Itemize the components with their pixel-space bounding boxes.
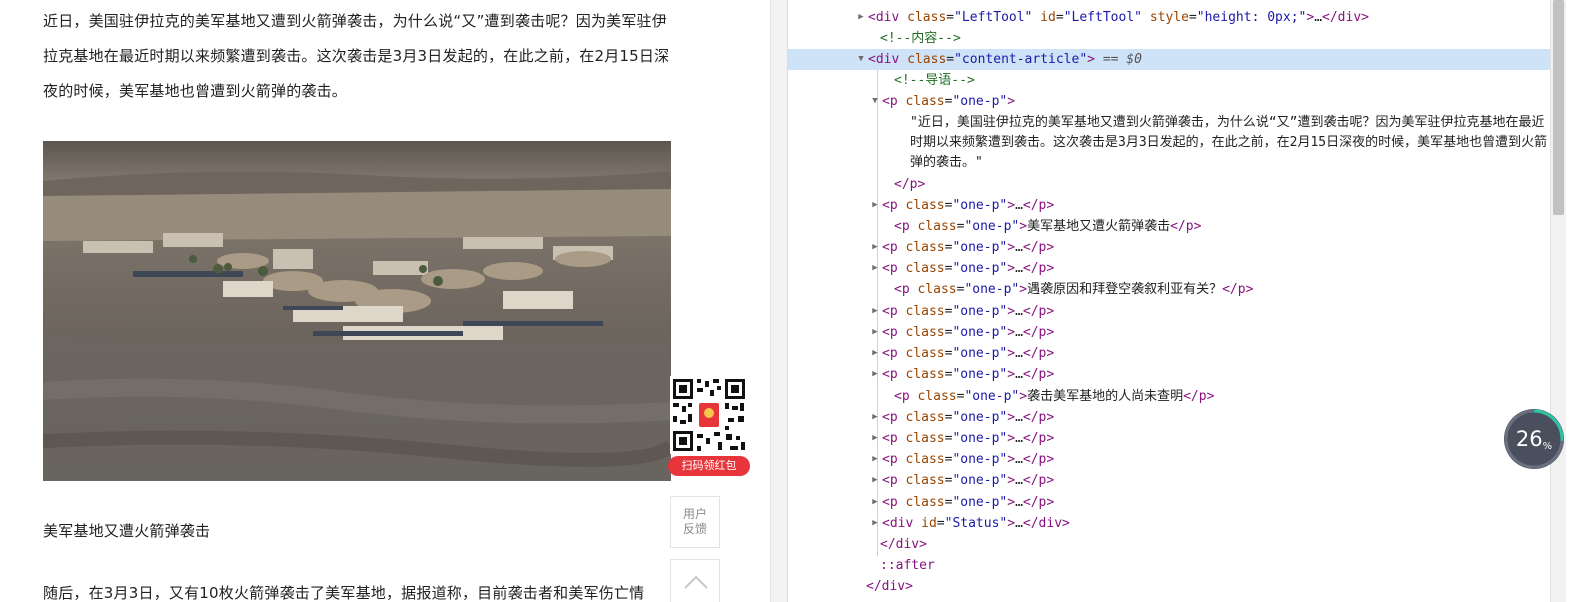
dom-row-5[interactable]: </p> <box>788 174 1550 195</box>
dom-row-2[interactable]: ▼ <div class="content-article"> == $0 <box>788 49 1550 70</box>
dom-node-code: <div class="LeftTool" id="LeftTool" styl… <box>868 10 1369 25</box>
dom-node-code: <p class="one-p">…</p> <box>882 304 1055 319</box>
progress-percent: 26% <box>1504 409 1564 469</box>
expand-triangle-icon[interactable]: ▶ <box>870 492 880 513</box>
dom-node-code: <p class="one-p">…</p> <box>882 198 1055 213</box>
scrollbar-thumb[interactable] <box>1553 0 1564 215</box>
dom-node-code: <div id="Status">…</div> <box>882 516 1070 531</box>
feedback-button[interactable]: 用户 反馈 <box>670 496 720 548</box>
dom-row-19[interactable]: ▶ <p class="one-p">…</p> <box>788 470 1550 491</box>
dom-node-code: <p class="one-p">遇袭原因和拜登空袭叙利亚有关？</p> <box>894 282 1254 297</box>
dom-row-0[interactable]: ▶ <div class="LeftTool" id="LeftTool" sty… <box>788 7 1550 28</box>
dom-row-10[interactable]: <p class="one-p">遇袭原因和拜登空袭叙利亚有关？</p> <box>788 279 1550 300</box>
collapse-triangle-icon[interactable]: ▼ <box>856 49 866 70</box>
dom-row-18[interactable]: ▶ <p class="one-p">…</p> <box>788 449 1550 470</box>
qr-promo[interactable]: 扫码领红包 <box>668 374 750 478</box>
expand-triangle-icon[interactable]: ▶ <box>870 449 880 470</box>
body-paragraph-partial: 随后，在3月3日，又有10枚火箭弹袭击了美军基地，据报道称，目前袭击者和美军伤亡… <box>43 584 645 602</box>
dom-row-1[interactable]: <!--内容--> <box>788 28 1550 49</box>
dom-row-7[interactable]: <p class="one-p">美军基地又遭火箭弹袭击</p> <box>788 216 1550 237</box>
progress-badge[interactable]: 26% <box>1504 409 1564 469</box>
dom-node-code: <p class="one-p">美军基地又遭火箭弹袭击</p> <box>894 219 1202 234</box>
dom-node-code: <p class="one-p"> <box>882 94 1016 109</box>
dom-row-16[interactable]: ▶ <p class="one-p">…</p> <box>788 407 1550 428</box>
dom-row-9[interactable]: ▶ <p class="one-p">…</p> <box>788 258 1550 279</box>
dom-node-code: ::after <box>880 558 935 573</box>
dom-node-code: <p class="one-p">…</p> <box>882 240 1055 255</box>
expand-triangle-icon[interactable]: ▶ <box>870 195 880 216</box>
collapse-triangle-icon[interactable]: ▼ <box>870 91 880 112</box>
progress-unit: % <box>1542 441 1553 452</box>
dom-node-code: <!--导语--> <box>894 73 975 88</box>
dom-node-code: </div> <box>880 537 927 552</box>
qr-code-icon[interactable] <box>670 376 748 454</box>
dom-row-23[interactable]: ::after <box>788 555 1550 576</box>
expand-triangle-icon[interactable]: ▶ <box>870 364 880 385</box>
article-photo <box>43 141 671 481</box>
intro-paragraph: 近日，美国驻伊拉克的美军基地又遭到火箭弹袭击，为什么说“又”遭到袭击呢？因为美军… <box>43 12 670 100</box>
dom-row-20[interactable]: ▶ <p class="one-p">…</p> <box>788 492 1550 513</box>
pane-divider[interactable] <box>770 0 788 602</box>
dom-node-code: <p class="one-p">…</p> <box>882 495 1055 510</box>
dom-row-15[interactable]: <p class="one-p">袭击美军基地的人尚未查明</p> <box>788 386 1550 407</box>
dom-node-code: <p class="one-p">…</p> <box>882 452 1055 467</box>
text-node[interactable]: "近日，美国驻伊拉克的美军基地又遭到火箭弹袭击，为什么说“又”遭到袭击呢？因为美… <box>910 113 1550 173</box>
dom-node-code: <p class="one-p">…</p> <box>882 473 1055 488</box>
expand-triangle-icon[interactable]: ▶ <box>870 258 880 279</box>
dom-node-code: <p class="one-p">…</p> <box>882 367 1055 382</box>
dom-row-17[interactable]: ▶ <p class="one-p">…</p> <box>788 428 1550 449</box>
back-to-top-button[interactable] <box>670 559 720 602</box>
progress-value: 26 <box>1515 427 1543 451</box>
dom-node-code: <p class="one-p">…</p> <box>882 346 1055 361</box>
feedback-label-line1: 用户 <box>682 507 707 521</box>
chevron-up-icon <box>684 575 708 589</box>
expand-triangle-icon[interactable]: ▶ <box>870 343 880 364</box>
dom-row-24[interactable]: </div> <box>788 576 1550 597</box>
dom-row-4[interactable]: ▼ <p class="one-p"> <box>788 91 1550 112</box>
feedback-label-line2: 反馈 <box>682 522 707 536</box>
dom-node-code: <p class="one-p">…</p> <box>882 325 1055 340</box>
expand-triangle-icon[interactable]: ▶ <box>870 470 880 491</box>
dom-row-3[interactable]: <!--导语--> <box>788 70 1550 91</box>
dom-row-8[interactable]: ▶ <p class="one-p">…</p> <box>788 237 1550 258</box>
expand-triangle-icon[interactable]: ▶ <box>870 407 880 428</box>
dom-row-21[interactable]: ▶ <div id="Status">…</div> <box>788 513 1550 534</box>
dom-node-code: <!--内容--> <box>880 31 961 46</box>
expand-triangle-icon[interactable]: ▶ <box>870 322 880 343</box>
dom-node-code: <p class="one-p">…</p> <box>882 261 1055 276</box>
expand-triangle-icon[interactable]: ▶ <box>870 301 880 322</box>
dom-node-code: <p class="one-p">…</p> <box>882 431 1055 446</box>
article-pane: 近日，美国驻伊拉克的美军基地又遭到火箭弹袭击，为什么说“又”遭到袭击呢？因为美军… <box>0 0 770 602</box>
dom-node-code: </p> <box>894 177 926 192</box>
dom-row-22[interactable]: </div> <box>788 534 1550 555</box>
dom-row-6[interactable]: ▶ <p class="one-p">…</p> <box>788 195 1550 216</box>
dom-row-12[interactable]: ▶ <p class="one-p">…</p> <box>788 322 1550 343</box>
subheading-1: 美军基地又遭火箭弹袭击 <box>43 522 211 540</box>
dom-row-13[interactable]: ▶ <p class="one-p">…</p> <box>788 343 1550 364</box>
dom-node-code: </div> <box>866 579 913 594</box>
dom-row-14[interactable]: ▶ <p class="one-p">…</p> <box>788 364 1550 385</box>
expand-triangle-icon[interactable]: ▶ <box>870 513 880 534</box>
dom-node-code: <p class="one-p">袭击美军基地的人尚未查明</p> <box>894 389 1215 404</box>
dom-node-code: <div class="content-article"> == $0 <box>868 52 1142 67</box>
dom-row-11[interactable]: ▶ <p class="one-p">…</p> <box>788 301 1550 322</box>
devtools-scrollbar[interactable] <box>1550 0 1566 602</box>
dom-node-code: <p class="one-p">…</p> <box>882 410 1055 425</box>
expand-triangle-icon[interactable]: ▶ <box>870 237 880 258</box>
devtools-elements-panel: ••• ▶<div class="LeftTool" id="LeftTool"… <box>788 0 1571 602</box>
expand-triangle-icon[interactable]: ▶ <box>856 7 866 28</box>
expand-triangle-icon[interactable]: ▶ <box>870 428 880 449</box>
qr-caption[interactable]: 扫码领红包 <box>668 456 750 476</box>
